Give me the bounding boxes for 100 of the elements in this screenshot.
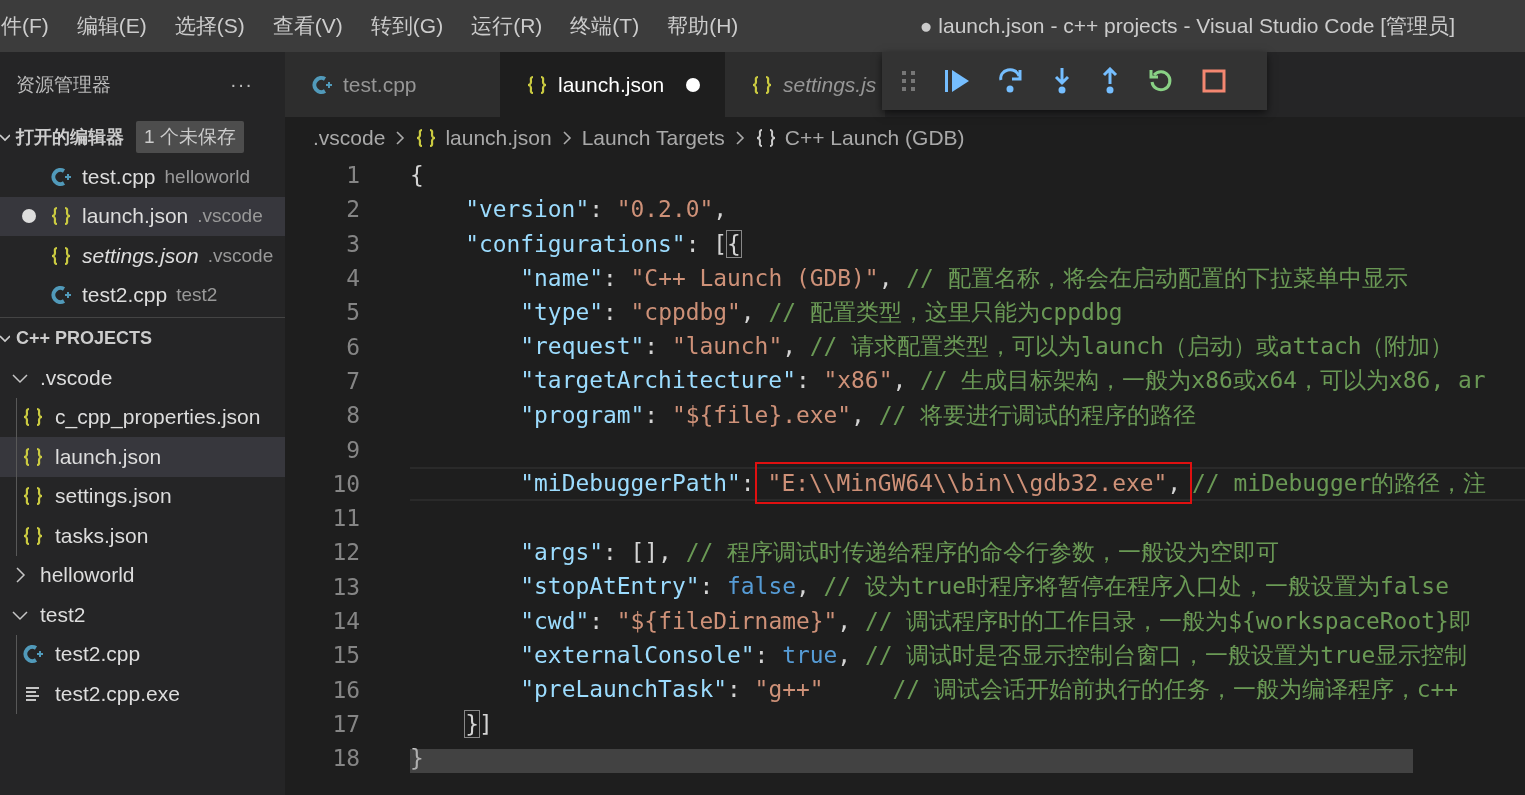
file-item[interactable]: test2.cpp.exe: [0, 674, 285, 714]
editor-tab[interactable]: launch.json: [500, 52, 725, 117]
braces-icon: [50, 244, 72, 267]
line-number: 13: [331, 573, 360, 600]
file-item[interactable]: test2.cpp: [0, 634, 285, 674]
scrollbar[interactable]: [410, 749, 1413, 773]
menu-item[interactable]: 终端(T): [570, 12, 640, 40]
line-number: 14: [331, 608, 360, 634]
cpp-file-icon: [50, 284, 72, 307]
unsaved-dot-icon[interactable]: [686, 77, 701, 92]
line-number: 5: [345, 299, 360, 326]
code-string: "${fileDirname}": [616, 607, 838, 634]
code-punctuation: }: [410, 745, 424, 772]
open-editor-item[interactable]: test2.cpp test2: [0, 275, 285, 315]
file-item[interactable]: tasks.json: [0, 516, 285, 556]
code-punctuation: ,: [782, 333, 797, 360]
code-key: "stopAtEntry": [520, 573, 700, 600]
line-number: 17: [331, 710, 360, 737]
line-number: 12: [331, 539, 360, 566]
braces-icon: [754, 126, 777, 149]
section-title[interactable]: 打开的编辑器: [16, 125, 124, 149]
matched-bracket: }: [465, 710, 479, 737]
code-punctuation: ,: [837, 607, 853, 634]
menu-item[interactable]: 转到(G): [370, 12, 444, 40]
code-comment: // 配置名称，将会在启动配置的下拉菜单中显示: [906, 264, 1408, 291]
code-key: "name": [520, 264, 603, 291]
code-key: "program": [520, 401, 645, 428]
folder-item[interactable]: helloworld: [0, 555, 285, 595]
window-title: ● launch.json - c++ projects - Visual Studio Code [管理员]: [919, 13, 1455, 39]
step-out-icon[interactable]: [1100, 67, 1120, 95]
code-comment: // 配置类型，这里只能为cppdbg: [768, 298, 1123, 325]
menu-item[interactable]: 运行(R): [471, 12, 543, 40]
folder-item[interactable]: test2: [0, 595, 285, 635]
menu-item[interactable]: 帮助(H): [667, 12, 739, 40]
chevron-icon: [734, 129, 745, 146]
unsaved-dot-icon: [22, 209, 36, 224]
code-key: "preLaunchTask": [520, 676, 727, 703]
code-keyword: false: [727, 573, 796, 600]
step-over-icon[interactable]: [998, 68, 1024, 94]
open-editor-item[interactable]: launch.json .vscode: [0, 196, 285, 236]
code-string: "launch": [671, 333, 783, 360]
code-keyword: true: [782, 641, 838, 668]
line-number: 8: [345, 402, 360, 429]
cpp-file-icon: [22, 643, 44, 666]
code-key: "cwd": [520, 607, 590, 634]
code-punctuation: ,: [740, 298, 756, 325]
stop-icon[interactable]: [1202, 69, 1226, 93]
code-punctuation: : [],: [603, 538, 673, 565]
file-item[interactable]: settings.json: [0, 476, 285, 516]
code-punctuation: :: [603, 298, 618, 325]
step-into-icon[interactable]: [1052, 67, 1072, 95]
code-comment: // 将要进行调试的程序的路径: [878, 401, 1196, 428]
matched-bracket: {: [727, 230, 741, 257]
open-editor-item[interactable]: test.cpp helloworld: [0, 157, 285, 197]
restart-icon[interactable]: [1148, 68, 1174, 94]
code-key: "request": [520, 333, 645, 360]
code-punctuation: :: [644, 333, 660, 360]
line-number: 4: [345, 265, 360, 292]
code-key: "miDebuggerPath": [520, 470, 741, 497]
file-item[interactable]: launch.json: [0, 437, 285, 477]
breadcrumb-item[interactable]: Launch Targets: [581, 125, 725, 150]
open-editor-item[interactable]: settings.json .vscode: [0, 236, 285, 276]
unsaved-badge: 1 个未保存: [136, 121, 244, 153]
breadcrumb-item[interactable]: C++ Launch (GDB): [784, 125, 965, 150]
line-number: 18: [331, 745, 360, 772]
annotation-box: "E:\\MinGW64\\bin\\gdb32.exe",: [754, 462, 1193, 505]
chevron-icon[interactable]: [0, 131, 10, 143]
file-item[interactable]: c_cpp_properties.json: [0, 397, 285, 437]
braces-icon: [22, 445, 44, 468]
braces-icon: [22, 406, 44, 429]
menu-item[interactable]: 件(F): [1, 12, 49, 40]
line-number: 15: [331, 642, 360, 669]
section-title[interactable]: C++ PROJECTS: [16, 327, 153, 349]
code-punctuation: :: [795, 367, 811, 394]
code-key: "args": [520, 538, 603, 565]
breadcrumb-item[interactable]: .vscode: [313, 125, 386, 150]
drag-handle-icon[interactable]: [902, 71, 916, 91]
line-number: 9: [345, 436, 360, 463]
chevron-icon[interactable]: [0, 332, 10, 344]
code-key: "version": [465, 196, 590, 223]
code-punctuation: :: [644, 401, 660, 428]
continue-icon[interactable]: [944, 68, 970, 94]
code-punctuation: ,: [795, 573, 811, 600]
editor-tab[interactable]: settings.js: [725, 52, 885, 117]
line-number: 10: [331, 470, 360, 497]
code-punctuation: ,: [713, 196, 728, 223]
menu-item[interactable]: 选择(S): [174, 12, 245, 40]
code-comment: // 设为true时程序将暂停在程序入口处，一般设置为false: [823, 573, 1449, 600]
more-actions-button[interactable]: ···: [230, 73, 253, 96]
code-punctuation: :: [727, 676, 742, 703]
code-key: "configurations": [465, 230, 686, 257]
folder-item[interactable]: .vscode: [0, 358, 285, 398]
editor-tab[interactable]: test.cpp: [285, 52, 500, 117]
code-punctuation: ,: [892, 367, 908, 394]
breadcrumb-item[interactable]: launch.json: [445, 125, 552, 150]
menu-item[interactable]: 查看(V): [272, 12, 343, 40]
menu-item[interactable]: 编辑(E): [76, 12, 147, 40]
line-number: 3: [345, 230, 360, 257]
line-number: 7: [345, 367, 360, 394]
code-comment: // 调试时是否显示控制台窗口，一般设置为true显示控制: [864, 641, 1468, 668]
